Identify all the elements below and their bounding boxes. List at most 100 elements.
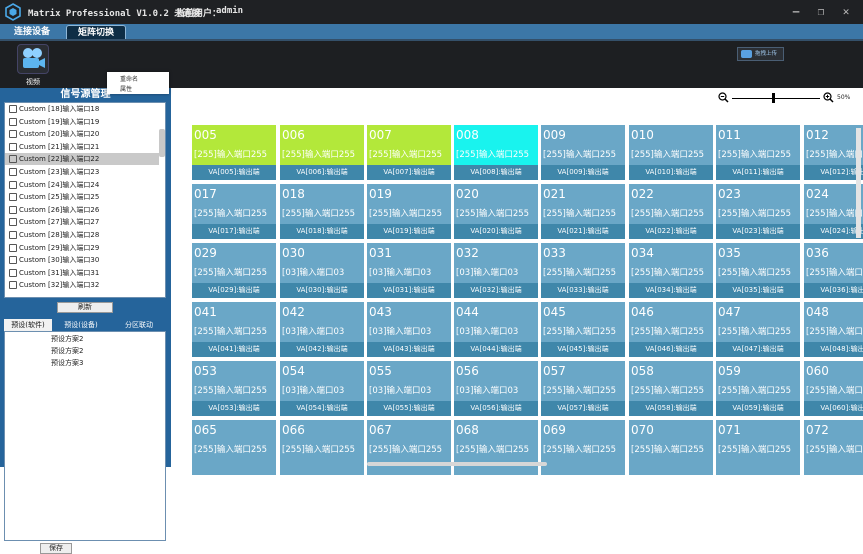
restore-icon[interactable]: ❐ [815, 6, 827, 18]
tile-output-label: VA[012]:输出端 [820, 168, 863, 176]
tile-output-strip: VA[009]:输出端 [541, 165, 625, 180]
source-item[interactable]: Custom [28]输入端口28 [5, 229, 159, 241]
output-tile[interactable]: 046 [255]输入端口255 VA[046]:输出端 [629, 302, 713, 357]
output-tile[interactable]: 008 [255]输入端口255 VA[008]:输出端 [454, 125, 538, 180]
source-item[interactable]: Custom [18]输入端口18 [5, 103, 159, 115]
vertical-scrollbar[interactable] [856, 128, 861, 238]
output-tile[interactable]: 060 [255]输入端口255 VA[060]:输出端 [804, 361, 863, 416]
tile-number: 068 [456, 423, 479, 437]
video-button[interactable]: 视频 [14, 44, 52, 88]
preset-tab-bar: 预设(软件) 预设(设备) 分区联动 [4, 319, 166, 331]
output-tile[interactable]: 036 [255]输入端口255 VA[036]:输出端 [804, 243, 863, 298]
source-item[interactable]: Custom [26]输入端口26 [5, 204, 159, 216]
output-tile[interactable]: 053 [255]输入端口255 VA[053]:输出端 [192, 361, 276, 416]
output-tile[interactable]: 055 [03]输入端口03 VA[055]:输出端 [367, 361, 451, 416]
edit-icon [9, 256, 17, 265]
refresh-button[interactable]: 刷新 [57, 302, 113, 313]
output-tile[interactable]: 010 [255]输入端口255 VA[010]:输出端 [629, 125, 713, 180]
tile-number: 024 [806, 187, 829, 201]
source-item[interactable]: Custom [22]输入端口22 [5, 153, 159, 166]
output-tile[interactable]: 032 [03]输入端口03 VA[032]:输出端 [454, 243, 538, 298]
save-button[interactable]: 保存 [40, 543, 72, 554]
output-tile[interactable]: 017 [255]输入端口255 VA[017]:输出端 [192, 184, 276, 239]
source-item[interactable]: Custom [30]输入端口30 [5, 254, 159, 266]
output-tile[interactable]: 035 [255]输入端口255 VA[035]:输出端 [716, 243, 800, 298]
tab-zone-linkage[interactable]: 分区联动 [112, 319, 166, 331]
output-tile[interactable]: 057 [255]输入端口255 VA[057]:输出端 [541, 361, 625, 416]
tile-number: 047 [718, 305, 741, 319]
output-tile[interactable]: 022 [255]输入端口255 VA[022]:输出端 [629, 184, 713, 239]
output-tile[interactable]: 058 [255]输入端口255 VA[058]:输出端 [629, 361, 713, 416]
output-tile[interactable]: 019 [255]输入端口255 VA[019]:输出端 [367, 184, 451, 239]
output-tile[interactable]: 044 [03]输入端口03 VA[044]:输出端 [454, 302, 538, 357]
output-tile[interactable]: 054 [03]输入端口03 VA[054]:输出端 [280, 361, 364, 416]
source-item[interactable]: Custom [25]输入端口25 [5, 191, 159, 203]
edit-icon [9, 268, 17, 277]
upload-button[interactable]: 拖拽上传 [737, 47, 784, 61]
output-tile[interactable]: 033 [255]输入端口255 VA[033]:输出端 [541, 243, 625, 298]
preset-item[interactable]: 预设方案2 [51, 346, 83, 356]
output-tile[interactable]: 011 [255]输入端口255 VA[011]:输出端 [716, 125, 800, 180]
tile-number: 018 [282, 187, 305, 201]
output-tile[interactable]: 029 [255]输入端口255 VA[029]:输出端 [192, 243, 276, 298]
output-tile[interactable]: 059 [255]输入端口255 VA[059]:输出端 [716, 361, 800, 416]
source-item[interactable]: Custom [21]输入端口21 [5, 141, 159, 153]
output-tile[interactable]: 042 [03]输入端口03 VA[042]:输出端 [280, 302, 364, 357]
output-tile[interactable]: 023 [255]输入端口255 VA[023]:输出端 [716, 184, 800, 239]
source-item-label: Custom [18]输入端口18 [19, 105, 100, 113]
source-item[interactable]: Custom [23]输入端口23 [5, 166, 159, 178]
tile-number: 042 [282, 305, 305, 319]
output-tile[interactable]: 005 [255]输入端口255 VA[005]:输出端 [192, 125, 276, 180]
zoom-slider-thumb[interactable] [772, 93, 775, 103]
source-list-scrollbar[interactable] [159, 129, 165, 157]
preset-item[interactable]: 预设方案3 [51, 358, 83, 368]
output-tile[interactable]: 012 [255]输入端口255 VA[012]:输出端 [804, 125, 863, 180]
output-tile[interactable]: 024 [255]输入端口255 VA[024]:输出端 [804, 184, 863, 239]
tab-preset-device[interactable]: 预设(设备) [54, 319, 108, 331]
tile-output-label: VA[048]:输出端 [820, 345, 863, 353]
output-tile[interactable]: 007 [255]输入端口255 VA[007]:输出端 [367, 125, 451, 180]
minimize-icon[interactable]: — [790, 6, 802, 18]
output-tile[interactable]: 041 [255]输入端口255 VA[041]:输出端 [192, 302, 276, 357]
zoom-out-icon[interactable] [718, 92, 729, 103]
output-tile[interactable]: 006 [255]输入端口255 VA[006]:输出端 [280, 125, 364, 180]
output-tile[interactable]: 009 [255]输入端口255 VA[009]:输出端 [541, 125, 625, 180]
output-tile[interactable]: 021 [255]输入端口255 VA[021]:输出端 [541, 184, 625, 239]
close-icon[interactable]: ✕ [840, 6, 852, 18]
output-tile[interactable]: 048 [255]输入端口255 VA[048]:输出端 [804, 302, 863, 357]
edit-icon [9, 205, 17, 214]
tab-preset-software[interactable]: 预设(软件) [4, 319, 52, 331]
zoom-in-icon[interactable] [823, 92, 834, 103]
tile-output-label: VA[046]:输出端 [645, 345, 697, 353]
output-tile[interactable]: 018 [255]输入端口255 VA[018]:输出端 [280, 184, 364, 239]
source-item[interactable]: Custom [27]输入端口27 [5, 216, 159, 228]
source-item[interactable]: Custom [19]输入端口19 [5, 116, 159, 128]
tile-number: 035 [718, 246, 741, 260]
source-item[interactable]: Custom [29]输入端口29 [5, 242, 159, 254]
menu-item-properties[interactable]: 属性 [120, 84, 132, 93]
source-item[interactable]: Custom [32]输入端口32 [5, 279, 159, 291]
output-tile[interactable]: 045 [255]输入端口255 VA[045]:输出端 [541, 302, 625, 357]
zoom-slider-track[interactable] [732, 98, 820, 99]
output-tile[interactable]: 043 [03]输入端口03 VA[043]:输出端 [367, 302, 451, 357]
output-tile[interactable]: 056 [03]输入端口03 VA[056]:输出端 [454, 361, 538, 416]
output-tile[interactable]: 031 [03]输入端口03 VA[031]:输出端 [367, 243, 451, 298]
output-tile[interactable]: 047 [255]输入端口255 VA[047]:输出端 [716, 302, 800, 357]
source-item[interactable]: Custom [24]输入端口24 [5, 179, 159, 191]
tile-output-strip: VA[041]:输出端 [192, 342, 276, 357]
tile-output-label: VA[044]:输出端 [470, 345, 522, 353]
output-tile[interactable]: 030 [03]输入端口03 VA[030]:输出端 [280, 243, 364, 298]
output-tile[interactable]: 034 [255]输入端口255 VA[034]:输出端 [629, 243, 713, 298]
tile-input-name: [255]输入端口255 [806, 445, 863, 455]
tile-input-name: [255]输入端口255 [631, 209, 705, 219]
tile-output-label: VA[034]:输出端 [645, 286, 697, 294]
source-item[interactable]: Custom [20]输入端口20 [5, 128, 159, 140]
preset-item[interactable]: 预设方案2 [51, 334, 83, 344]
tab-matrix-switch[interactable]: 矩阵切换 [66, 25, 126, 39]
tab-connect-device[interactable]: 连接设备 [4, 25, 60, 39]
horizontal-scrollbar[interactable] [367, 462, 547, 466]
source-item[interactable]: Custom [31]输入端口31 [5, 267, 159, 279]
source-item-label: Custom [22]输入端口22 [19, 155, 100, 164]
menu-item-rename[interactable]: 重命名 [120, 74, 138, 83]
output-tile[interactable]: 020 [255]输入端口255 VA[020]:输出端 [454, 184, 538, 239]
